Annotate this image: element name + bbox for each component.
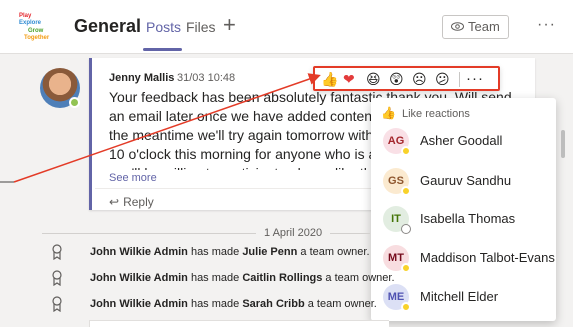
annotation-arrow bbox=[0, 73, 321, 183]
